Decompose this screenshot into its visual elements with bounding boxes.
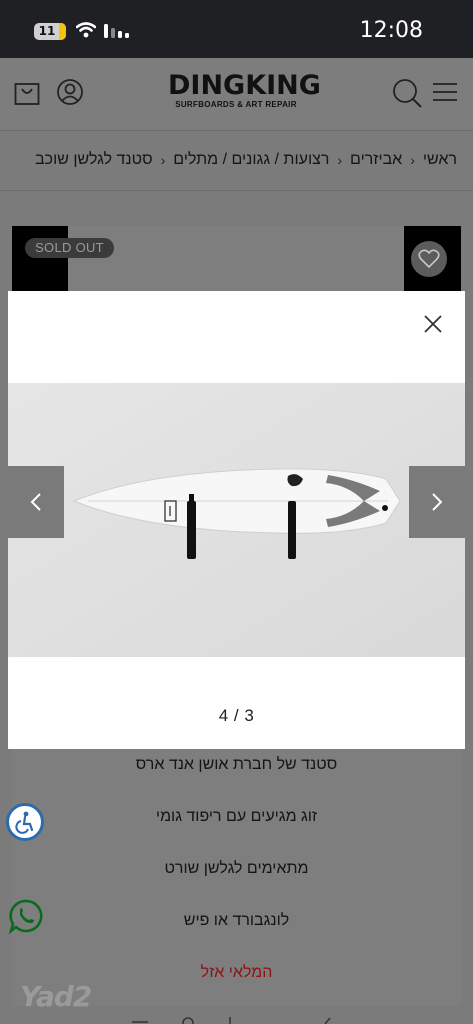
wifi-icon [76, 22, 96, 38]
menu-icon[interactable] [432, 82, 458, 102]
image-counter: 4 / 3 [218, 706, 255, 725]
battery-level: 11 [38, 24, 56, 38]
share-icons-row [132, 1017, 331, 1024]
heart-icon [418, 249, 440, 269]
wishlist-button[interactable] [411, 241, 447, 277]
logo-tagline: SURFBOARDS & ART REPAIR [175, 100, 297, 109]
breadcrumb-current: סטנד לגלשן שוכב [35, 151, 153, 168]
chevron-right-icon [432, 493, 443, 511]
breadcrumb-separator: ‹ [337, 152, 343, 168]
product-thumb-left [12, 226, 68, 292]
breadcrumb: ראשי ‹ אביזרים ‹ רצועות / גגונים / מתלים… [0, 130, 473, 190]
breadcrumb-home[interactable]: ראשי [423, 151, 457, 169]
site-logo[interactable]: DINGKING SURFBOARDS & ART REPAIR [168, 70, 321, 110]
product-image [8, 383, 465, 657]
next-image-button[interactable] [409, 466, 465, 538]
close-icon[interactable] [420, 311, 446, 337]
surfboard-image [8, 383, 465, 657]
feature-item: מתאימים לגלשן שורט [164, 860, 309, 877]
breadcrumb-divider [0, 190, 473, 191]
prev-image-button[interactable] [8, 466, 64, 538]
image-lightbox: 4 / 3 [8, 291, 465, 749]
chevron-left-icon [30, 493, 41, 511]
feature-item: סטנד של חברת אושן אנד ארס [135, 756, 338, 773]
accessibility-button[interactable] [6, 803, 44, 841]
user-icon[interactable] [56, 78, 84, 106]
status-bar: 11 12:08 [0, 0, 473, 58]
yad2-watermark: Yad2 [20, 980, 92, 1013]
breadcrumb-separator: ‹ [410, 152, 415, 168]
accessibility-icon [15, 811, 34, 834]
feature-item: לונגבורד או פיש [183, 912, 290, 929]
sold-out-badge: SOLD OUT [25, 238, 114, 258]
whatsapp-icon[interactable] [8, 898, 44, 934]
breadcrumb-straps[interactable]: רצועות / גגונים / מתלים [173, 151, 329, 169]
feature-item: זוג מגיעים עם ריפוד גומי [155, 808, 318, 825]
site-header: DINGKING SURFBOARDS & ART REPAIR [0, 58, 473, 130]
logo-text: DINGKING [168, 70, 321, 101]
clock: 12:08 [359, 18, 423, 43]
cart-icon[interactable] [14, 78, 40, 106]
signal-icon [104, 24, 129, 38]
battery-icon: 11 [34, 23, 66, 40]
breadcrumb-separator: ‹ [160, 152, 166, 168]
breadcrumb-accessories[interactable]: אביזרים [350, 151, 402, 169]
search-icon[interactable] [392, 78, 422, 108]
